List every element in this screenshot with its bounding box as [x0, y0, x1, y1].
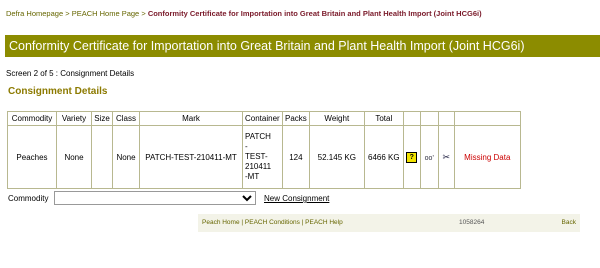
- footer-peach-help-link[interactable]: PEACH Help: [305, 219, 343, 226]
- column-header-delete: [437, 111, 455, 126]
- footer-peach-conditions-link[interactable]: PEACH Conditions: [245, 219, 300, 226]
- column-header-mark: Mark: [139, 111, 243, 126]
- container-line: -MT: [245, 172, 260, 181]
- commodity-label: Commodity: [8, 194, 49, 203]
- breadcrumb-separator: >: [65, 9, 70, 18]
- cell-weight: 52.145 KG: [308, 125, 365, 189]
- footer-back-link[interactable]: Back: [562, 214, 576, 232]
- breadcrumb-separator: >: [141, 9, 146, 18]
- column-header-packs: Packs: [282, 111, 310, 126]
- cell-view: oo’: [419, 125, 439, 189]
- footer-reference-number: 1058264: [459, 219, 485, 226]
- commodity-select[interactable]: [54, 191, 256, 205]
- footer-peach-home-link[interactable]: Peach Home: [202, 219, 240, 226]
- column-header-variety: Variety: [56, 111, 92, 126]
- footer-separator: |: [301, 219, 304, 226]
- consignment-table: Commodity Variety Size Class Mark Contai…: [7, 111, 521, 189]
- column-header-help: [402, 111, 421, 126]
- cell-class: None: [112, 125, 140, 189]
- column-header-weight: Weight: [308, 111, 365, 126]
- breadcrumb-current: Conformity Certificate for Importation i…: [147, 9, 482, 18]
- container-line: TEST-: [245, 152, 268, 161]
- cell-commodity: Peaches: [7, 125, 57, 189]
- breadcrumb-peach-home-page[interactable]: PEACH Home Page: [72, 9, 140, 18]
- cell-container: PATCH - TEST- 210411 -MT: [242, 125, 283, 189]
- footer-links: Peach Home | PEACH Conditions | PEACH He…: [202, 214, 343, 232]
- table-row: Peaches None None PATCH-TEST-210411-MT P…: [7, 125, 521, 189]
- column-header-view: [419, 111, 439, 126]
- container-line: PATCH: [245, 132, 271, 141]
- help-icon[interactable]: ?: [406, 151, 418, 163]
- breadcrumb: Defra Homepage > PEACH Home Page > Confo…: [6, 9, 482, 18]
- page-title: Conformity Certificate for Importation i…: [5, 35, 600, 57]
- table-header-row: Commodity Variety Size Class Mark Contai…: [7, 111, 521, 126]
- cell-variety: None: [56, 125, 92, 189]
- glasses-icon[interactable]: oo’: [425, 155, 434, 162]
- cell-help: ?: [402, 125, 421, 189]
- footer-separator: |: [241, 219, 244, 226]
- new-consignment-link[interactable]: New Consignment: [264, 194, 329, 203]
- cell-packs: 124: [282, 125, 310, 189]
- column-header-container: Container: [242, 111, 283, 126]
- breadcrumb-defra-homepage[interactable]: Defra Homepage: [6, 9, 63, 18]
- screen-label: Screen 2 of 5 : Consignment Details: [6, 69, 135, 78]
- column-header-class: Class: [112, 111, 140, 126]
- scissors-icon[interactable]: ✂: [443, 152, 451, 162]
- cell-size: [91, 125, 113, 189]
- footer-bar: Peach Home | PEACH Conditions | PEACH He…: [198, 214, 580, 232]
- cell-delete: ✂: [437, 125, 455, 189]
- column-header-commodity: Commodity: [7, 111, 57, 126]
- column-header-total: Total: [363, 111, 404, 126]
- container-line: 210411: [245, 162, 272, 171]
- column-header-size: Size: [91, 111, 113, 126]
- missing-data-status: Missing Data: [453, 125, 521, 189]
- container-line: -: [245, 142, 248, 151]
- column-header-status: [453, 111, 521, 126]
- section-title: Consignment Details: [8, 86, 108, 97]
- cell-mark: PATCH-TEST-210411-MT: [139, 125, 243, 189]
- cell-total: 6466 KG: [363, 125, 404, 189]
